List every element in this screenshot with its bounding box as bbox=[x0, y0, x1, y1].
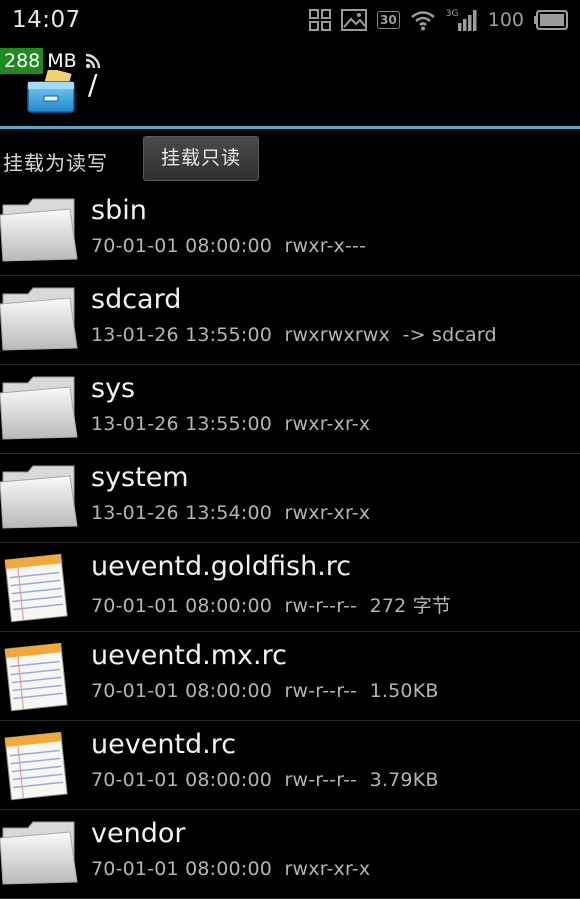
file-list-item[interactable]: ueventd.goldfish.rc 70-01-01 08:00:00 rw-… bbox=[0, 543, 580, 632]
file-details: 70-01-01 08:00:00 rwxr-x--- bbox=[91, 235, 367, 257]
mount-read-write-label[interactable]: 挂载为读写 bbox=[3, 147, 108, 176]
folder-icon bbox=[0, 462, 78, 536]
signal-icon: 3G bbox=[446, 9, 478, 31]
file-manager-app-icon[interactable] bbox=[26, 70, 76, 114]
file-list: sbin 70-01-01 08:00:00 rwxr-x--- sdcard 13… bbox=[0, 187, 580, 899]
file-details: 70-01-01 08:00:00 rw-r--r-- 3.79KB bbox=[91, 769, 439, 791]
rss-icon bbox=[85, 53, 100, 69]
file-name: ueventd.mx.rc bbox=[91, 640, 287, 671]
status-bar: 14:07 30 3G 100 bbox=[0, 0, 580, 40]
file-details: 13-01-26 13:54:00 rwxr-xr-x bbox=[91, 502, 371, 524]
folder-icon bbox=[0, 284, 78, 358]
folder-icon bbox=[0, 195, 78, 269]
image-icon bbox=[341, 9, 368, 31]
file-list-item[interactable]: sdcard 13-01-26 13:55:00 rwxrwxrwx -> sdc… bbox=[0, 276, 580, 365]
grid-icon bbox=[309, 9, 332, 31]
file-name: system bbox=[91, 462, 189, 493]
file-name: vendor bbox=[91, 818, 186, 849]
clock: 14:07 bbox=[12, 7, 81, 33]
app-header: 288 MB / bbox=[0, 40, 580, 128]
file-list-item[interactable]: system 13-01-26 13:54:00 rwxr-xr-x bbox=[0, 454, 580, 543]
file-list-item[interactable]: ueventd.mx.rc 70-01-01 08:00:00 rw-r--r--… bbox=[0, 632, 580, 721]
wifi-icon bbox=[410, 11, 435, 31]
file-list-item[interactable]: sbin 70-01-01 08:00:00 rwxr-x--- bbox=[0, 187, 580, 276]
file-name: sbin bbox=[91, 195, 147, 226]
file-list-item[interactable]: vendor 70-01-01 08:00:00 rwxr-xr-x bbox=[0, 810, 580, 899]
file-list-item[interactable]: ueventd.rc 70-01-01 08:00:00 rw-r--r-- 3.… bbox=[0, 721, 580, 810]
file-list-item[interactable]: sys 13-01-26 13:55:00 rwxr-xr-x bbox=[0, 365, 580, 454]
mount-read-only-button[interactable]: 挂载只读 bbox=[143, 136, 259, 181]
file-details: 70-01-01 08:00:00 rw-r--r-- 1.50KB bbox=[91, 680, 439, 702]
battery-level: 100 bbox=[487, 9, 524, 31]
text-file-icon bbox=[0, 729, 72, 805]
file-name: sdcard bbox=[91, 284, 182, 315]
header-divider bbox=[0, 126, 580, 129]
file-name: ueventd.rc bbox=[91, 729, 237, 760]
file-details: 70-01-01 08:00:00 rw-r--r-- 272 字节 bbox=[91, 595, 452, 617]
file-name: ueventd.goldfish.rc bbox=[91, 551, 352, 582]
folder-icon bbox=[0, 373, 78, 447]
file-name: sys bbox=[91, 373, 136, 404]
memory-unit: MB bbox=[47, 50, 77, 72]
text-file-icon bbox=[0, 640, 72, 716]
calendar-icon: 30 bbox=[377, 11, 400, 29]
current-path: / bbox=[88, 68, 98, 101]
text-file-icon bbox=[0, 551, 72, 627]
file-details: 13-01-26 13:55:00 rwxr-xr-x bbox=[91, 413, 371, 435]
file-details: 13-01-26 13:55:00 rwxrwxrwx -> sdcard bbox=[91, 324, 497, 346]
battery-icon bbox=[534, 10, 568, 30]
folder-icon bbox=[0, 818, 78, 892]
status-icons: 30 3G 100 bbox=[309, 9, 568, 31]
file-details: 70-01-01 08:00:00 rwxr-xr-x bbox=[91, 858, 371, 880]
